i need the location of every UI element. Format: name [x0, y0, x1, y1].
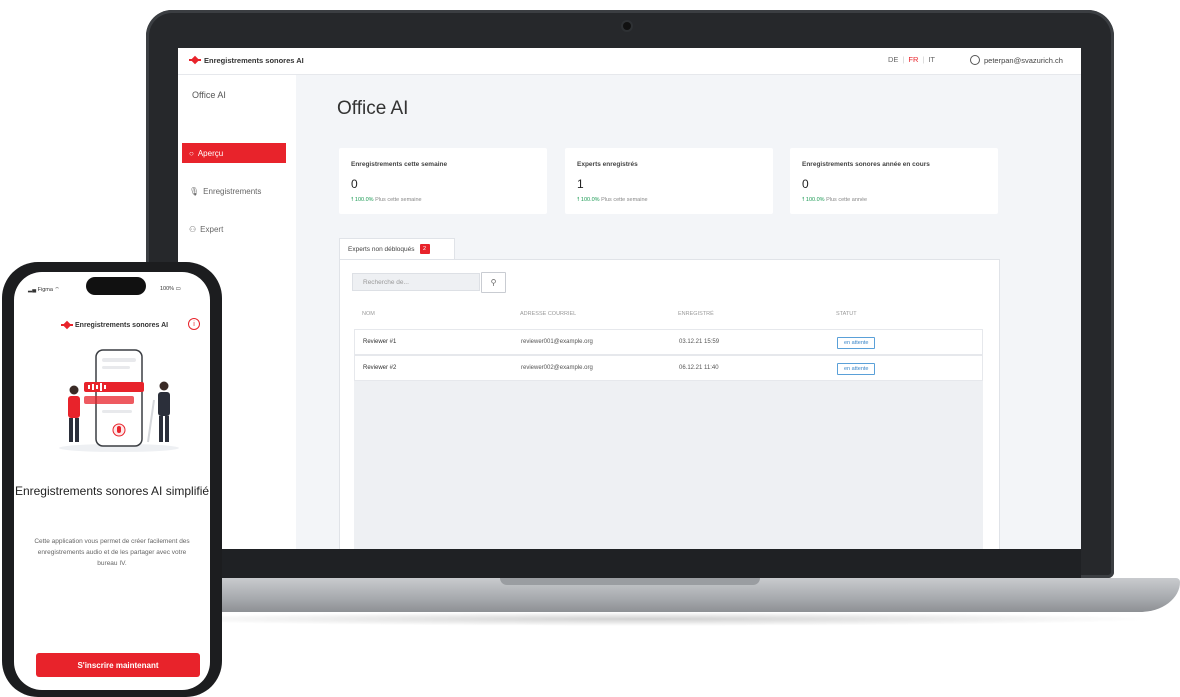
- stat-value: 0: [351, 177, 358, 191]
- arrow-up-icon: 🠕: [351, 197, 354, 203]
- lang-divider: |: [902, 55, 905, 64]
- laptop-chin: [173, 549, 1081, 579]
- user-email: peterpan@svazurich.ch: [984, 55, 1063, 65]
- laptop-shadow: [130, 612, 1160, 626]
- phone-notch: [86, 277, 146, 295]
- brand[interactable]: Enregistrements sonores AI: [189, 55, 304, 65]
- phone-frame: ▂▄ Figma ⌔ 100% ▭ Enregistrements sonore…: [2, 262, 222, 697]
- sidebar-item-label: Expert: [200, 224, 224, 234]
- stat-change-value: 100.0%: [354, 197, 374, 203]
- user-icon: [970, 55, 980, 65]
- laptop-screen: Enregistrements sonores AI DE | FR | IT …: [178, 48, 1081, 549]
- table-row[interactable]: Reviewer #1 reviewer001@example.org 03.1…: [354, 329, 983, 355]
- signal-icon: ▂▄: [28, 287, 37, 293]
- stat-card: Enregistrements cette semaine 0 🠕 100.0%…: [339, 148, 547, 214]
- sidebar-item-apercu[interactable]: ○ Aperçu: [182, 143, 286, 163]
- camera-dot: [623, 22, 631, 30]
- cell-email: reviewer002@example.org: [521, 365, 593, 371]
- phone-brand: Enregistrements sonores AI: [61, 320, 169, 330]
- sidebar-item-expert[interactable]: ⚇ Expert: [182, 219, 286, 239]
- count-badge: 2: [419, 244, 430, 254]
- page-title: Office AI: [337, 98, 409, 119]
- lang-fr[interactable]: FR: [908, 55, 918, 64]
- column-header: ADRESSE COURRIEL: [520, 311, 577, 317]
- stat-change-note: Plus cette année: [826, 197, 868, 203]
- description: Cette application vous permet de créer f…: [34, 538, 190, 567]
- stat-change-value: 100.0%: [580, 197, 600, 203]
- cell-registered: 06.12.21 11:40: [679, 365, 719, 371]
- circle-icon: ○: [189, 148, 194, 158]
- stat-change: 🠕 100.0% Plus cette semaine: [351, 196, 422, 205]
- sidebar-item-label: Enregistrements: [203, 186, 262, 196]
- tab-experts-non-debloques[interactable]: Experts non débloqués 2: [339, 238, 455, 259]
- laptop-base-notch: [500, 578, 760, 585]
- battery-icon: ▭: [175, 286, 181, 292]
- microphone-icon: 🎙︎: [189, 186, 200, 196]
- cell-name: Reviewer #2: [363, 365, 397, 371]
- logo-icon: [61, 320, 73, 330]
- brand-name: Enregistrements sonores AI: [204, 55, 304, 65]
- search-input[interactable]: Recherche de...: [352, 273, 480, 291]
- stat-change: 🠕 100.0% Plus cette année: [802, 196, 867, 205]
- stat-change-value: 100.0%: [805, 197, 825, 203]
- sidebar-item-label: Aperçu: [197, 148, 224, 158]
- column-header: NOM: [362, 311, 375, 317]
- column-header: STATUT: [836, 311, 857, 317]
- recording-illustration: [59, 349, 179, 452]
- cell-registered: 03.12.21 15:59: [679, 339, 720, 345]
- status-badge: en attente: [837, 337, 876, 349]
- cell-name: Reviewer #1: [363, 339, 397, 345]
- battery-percent: 100%: [160, 286, 175, 292]
- stat-label: Enregistrements cette semaine: [351, 161, 448, 168]
- phone-screen: ▂▄ Figma ⌔ 100% ▭ Enregistrements sonore…: [14, 272, 210, 690]
- stat-label: Experts enregistrés: [577, 161, 638, 168]
- stat-label: Enregistrements sonores année en cours: [802, 161, 930, 168]
- stat-change: 🠕 100.0% Plus cette semaine: [577, 196, 648, 205]
- cell-email: reviewer001@example.org: [521, 339, 593, 345]
- lang-divider: |: [922, 55, 925, 64]
- status-badge: en attente: [837, 363, 876, 375]
- info-icon[interactable]: i: [188, 318, 200, 330]
- carrier-name: Figma: [37, 287, 53, 293]
- search-icon: ⚲: [490, 278, 497, 287]
- lang-it[interactable]: IT: [928, 55, 935, 64]
- user-menu[interactable]: peterpan@svazurich.ch: [970, 55, 1063, 65]
- wifi-icon: ⌔: [54, 287, 60, 293]
- search-button[interactable]: ⚲: [481, 272, 506, 293]
- table-row[interactable]: Reviewer #2 reviewer002@example.org 06.1…: [354, 355, 983, 381]
- stat-change-note: Plus cette semaine: [375, 197, 422, 203]
- signup-button[interactable]: S'inscrire maintenant: [36, 653, 200, 677]
- language-switcher: DE | FR | IT: [888, 55, 935, 64]
- users-icon: ⚇: [189, 224, 197, 234]
- stat-change-note: Plus cette semaine: [601, 197, 648, 203]
- sidebar-title: Office AI: [192, 90, 226, 100]
- phone-brand-name: Enregistrements sonores AI: [75, 321, 169, 329]
- sidebar-item-enregistrements[interactable]: 🎙︎ Enregistrements: [182, 181, 286, 201]
- logo-icon: [189, 55, 201, 65]
- status-battery: 100% ▭: [160, 286, 181, 292]
- status-carrier: ▂▄ Figma ⌔: [28, 286, 60, 293]
- column-header: ENREGISTRÉ: [678, 311, 714, 317]
- stat-card: Enregistrements sonores année en cours 0…: [790, 148, 998, 214]
- stat-value: 0: [802, 177, 809, 191]
- arrow-up-icon: 🠕: [802, 197, 805, 203]
- tab-label: Experts non débloqués: [348, 245, 415, 253]
- stat-value: 1: [577, 177, 584, 191]
- headline: Enregistrements sonores AI simplifié: [14, 484, 210, 498]
- experts-panel: Recherche de... ⚲ NOM ADRESSE COURRIEL E…: [339, 259, 1000, 549]
- arrow-up-icon: 🠕: [577, 197, 580, 203]
- topbar: Enregistrements sonores AI DE | FR | IT …: [178, 48, 1081, 75]
- stat-card: Experts enregistrés 1 🠕 100.0% Plus cett…: [565, 148, 773, 214]
- lang-de[interactable]: DE: [888, 55, 898, 64]
